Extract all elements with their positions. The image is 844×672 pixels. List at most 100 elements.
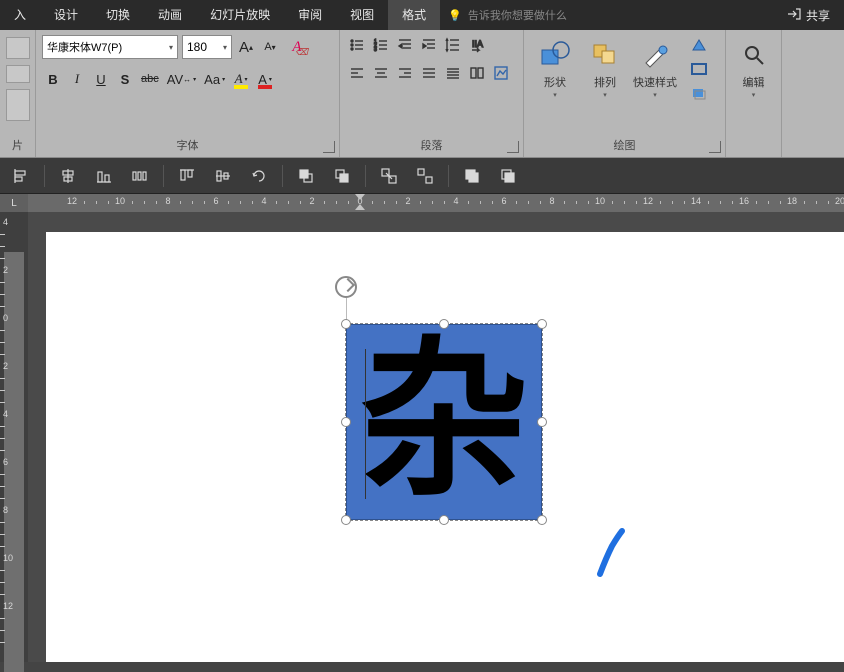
send-back-button[interactable] — [495, 163, 521, 189]
clear-format-button[interactable]: A⌫ — [284, 34, 310, 60]
bullets-button[interactable] — [346, 34, 368, 56]
arrange-button[interactable]: 排列▾ — [580, 34, 630, 103]
font-size-combo[interactable]: 180▾ — [182, 35, 232, 59]
tab-slideshow[interactable]: 幻灯片放映 — [196, 0, 284, 30]
drawing-dialog-launcher[interactable] — [709, 141, 721, 153]
handle-se[interactable] — [537, 515, 547, 525]
vertical-ruler[interactable]: 42024681012 — [0, 212, 28, 662]
ruler-v-label: 10 — [3, 553, 13, 563]
tab-design[interactable]: 设计 — [40, 0, 92, 30]
shape-effects-button[interactable] — [684, 82, 714, 104]
text-shape[interactable]: 杂 — [346, 324, 542, 520]
handle-ne[interactable] — [537, 319, 547, 329]
rotation-handle[interactable] — [335, 276, 357, 298]
group-clipboard: 片 — [0, 30, 36, 157]
font-color-button[interactable]: A▾ — [254, 66, 276, 92]
columns-button[interactable] — [466, 62, 488, 84]
line-spacing-button[interactable] — [442, 34, 464, 56]
ruler-h-label: 10 — [115, 196, 125, 206]
bring-forward-button[interactable] — [293, 163, 319, 189]
align-middle-button[interactable] — [210, 163, 236, 189]
align-left-button[interactable] — [346, 62, 368, 84]
arrange-icon — [590, 38, 620, 72]
paste-button[interactable] — [6, 37, 30, 59]
tab-view[interactable]: 视图 — [336, 0, 388, 30]
bold-button[interactable]: B — [42, 66, 64, 92]
handle-n[interactable] — [439, 319, 449, 329]
tab-transitions[interactable]: 切换 — [92, 0, 144, 30]
distribute-horizontal-button[interactable] — [127, 163, 153, 189]
ruler-h-label: 6 — [213, 196, 218, 206]
tab-insert[interactable]: 入 — [0, 0, 40, 30]
group-font: 华康宋体W7(P)▾ 180▾ A▴ A▾ A⌫ B I U S abc AV↔… — [36, 30, 340, 157]
paragraph-group-label: 段落 — [346, 134, 517, 157]
increase-indent-button[interactable] — [418, 34, 440, 56]
shrink-font-button[interactable]: A▾ — [260, 36, 280, 58]
cut-button[interactable] — [6, 65, 30, 83]
justify-button[interactable] — [418, 62, 440, 84]
font-name-combo[interactable]: 华康宋体W7(P)▾ — [42, 35, 178, 59]
share-icon — [787, 7, 801, 24]
group-button[interactable] — [376, 163, 402, 189]
indent-marker[interactable] — [355, 194, 365, 200]
smartart-button[interactable] — [490, 62, 512, 84]
grow-font-button[interactable]: A▴ — [236, 36, 256, 58]
ruler-corner: L — [0, 194, 28, 212]
align-center-button[interactable] — [370, 62, 392, 84]
align-left-edges-button[interactable] — [8, 163, 34, 189]
align-top-button[interactable] — [174, 163, 200, 189]
italic-button[interactable]: I — [66, 66, 88, 92]
slide-canvas[interactable]: 杂 — [28, 212, 844, 662]
horizontal-ruler[interactable]: 1210864202468101214161820 — [28, 194, 844, 212]
menu-bar: 入 设计 切换 动画 幻灯片放映 审阅 视图 格式 💡 告诉我你想要做什么 共享 — [0, 0, 844, 30]
ruler-h-label: 4 — [453, 196, 458, 206]
strikethrough-button[interactable]: abc — [138, 66, 162, 92]
share-button[interactable]: 共享 — [773, 7, 844, 24]
ruler-h-label: 12 — [643, 196, 653, 206]
ink-stroke[interactable] — [592, 528, 632, 578]
group-paragraph: 123 IIA 段落 — [340, 30, 524, 157]
char-spacing-button[interactable]: AV↔▾ — [164, 66, 199, 92]
distribute-button[interactable] — [442, 62, 464, 84]
chevron-down-icon: ▾ — [169, 43, 173, 52]
align-bottom-button[interactable] — [91, 163, 117, 189]
tell-me-search[interactable]: 💡 告诉我你想要做什么 — [448, 7, 567, 23]
send-backward-button[interactable] — [329, 163, 355, 189]
quickstyles-icon — [640, 38, 670, 72]
shape-text[interactable]: 杂 — [347, 325, 541, 519]
font-dialog-launcher[interactable] — [323, 141, 335, 153]
ruler-v-label: 4 — [3, 217, 8, 227]
quick-styles-button[interactable]: 快速样式▾ — [630, 34, 680, 103]
underline-button[interactable]: U — [90, 66, 112, 92]
highlight-button[interactable]: A▾ — [230, 66, 252, 92]
copy-button[interactable] — [6, 89, 30, 121]
decrease-indent-button[interactable] — [394, 34, 416, 56]
handle-s[interactable] — [439, 515, 449, 525]
change-case-button[interactable]: Aa▾ — [201, 66, 228, 92]
shapes-button[interactable]: 形状▾ — [530, 34, 580, 103]
shadow-button[interactable]: S — [114, 66, 136, 92]
align-horizontal-center-button[interactable] — [55, 163, 81, 189]
shape-outline-button[interactable] — [684, 58, 714, 80]
handle-nw[interactable] — [341, 319, 351, 329]
handle-w[interactable] — [341, 417, 351, 427]
find-button[interactable]: 编辑▾ — [732, 34, 775, 103]
rotate-button[interactable] — [246, 163, 272, 189]
ruler-h-label: 8 — [165, 196, 170, 206]
tab-format[interactable]: 格式 — [388, 0, 440, 30]
tab-animations[interactable]: 动画 — [144, 0, 196, 30]
slide[interactable]: 杂 — [46, 232, 844, 662]
bring-front-button[interactable] — [459, 163, 485, 189]
group-editing: 编辑▾ — [726, 30, 782, 157]
handle-e[interactable] — [537, 417, 547, 427]
handle-sw[interactable] — [341, 515, 351, 525]
ruler-v-label: 2 — [3, 361, 8, 371]
paragraph-dialog-launcher[interactable] — [507, 141, 519, 153]
ungroup-button[interactable] — [412, 163, 438, 189]
tab-review[interactable]: 审阅 — [284, 0, 336, 30]
ruler-h-label: 16 — [739, 196, 749, 206]
align-right-button[interactable] — [394, 62, 416, 84]
text-direction-button[interactable]: IIA — [466, 34, 488, 56]
shape-fill-button[interactable] — [684, 34, 714, 56]
numbering-button[interactable]: 123 — [370, 34, 392, 56]
